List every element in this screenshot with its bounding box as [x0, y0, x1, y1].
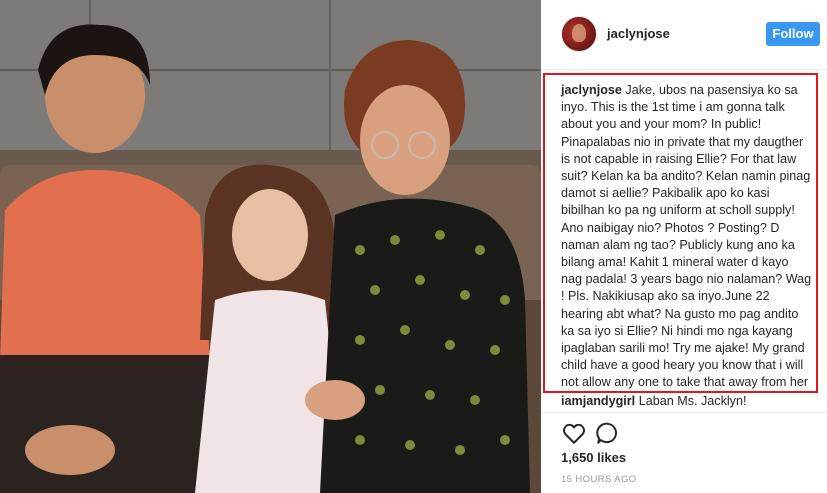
divider — [541, 412, 827, 413]
comment-text: Laban Ms. Jacklyn! — [638, 394, 747, 408]
post-timestamp[interactable]: 15 HOURS AGO — [561, 474, 637, 485]
heart-icon[interactable] — [561, 420, 587, 446]
comment-item: iamjandygirl Laban Ms. Jacklyn! — [561, 393, 813, 409]
post-caption: jaclynjose Jake, ubos na pasensiya ko sa… — [561, 82, 813, 392]
comment-icon[interactable] — [595, 420, 621, 446]
avatar[interactable] — [561, 16, 597, 52]
like-count[interactable]: 1,650 likes — [561, 450, 626, 465]
post-photo — [0, 0, 541, 493]
post-header: jaclynjose Follow — [541, 0, 827, 70]
comment-username[interactable]: iamjandygirl — [561, 394, 639, 408]
caption-text: Jake, ubos na pasensiya ko sa inyo. This… — [561, 83, 812, 390]
caption-username[interactable]: jaclynjose — [561, 83, 625, 97]
username-link[interactable]: jaclynjose — [607, 26, 670, 41]
follow-button[interactable]: Follow — [766, 22, 820, 46]
photo-illustration — [0, 0, 541, 493]
